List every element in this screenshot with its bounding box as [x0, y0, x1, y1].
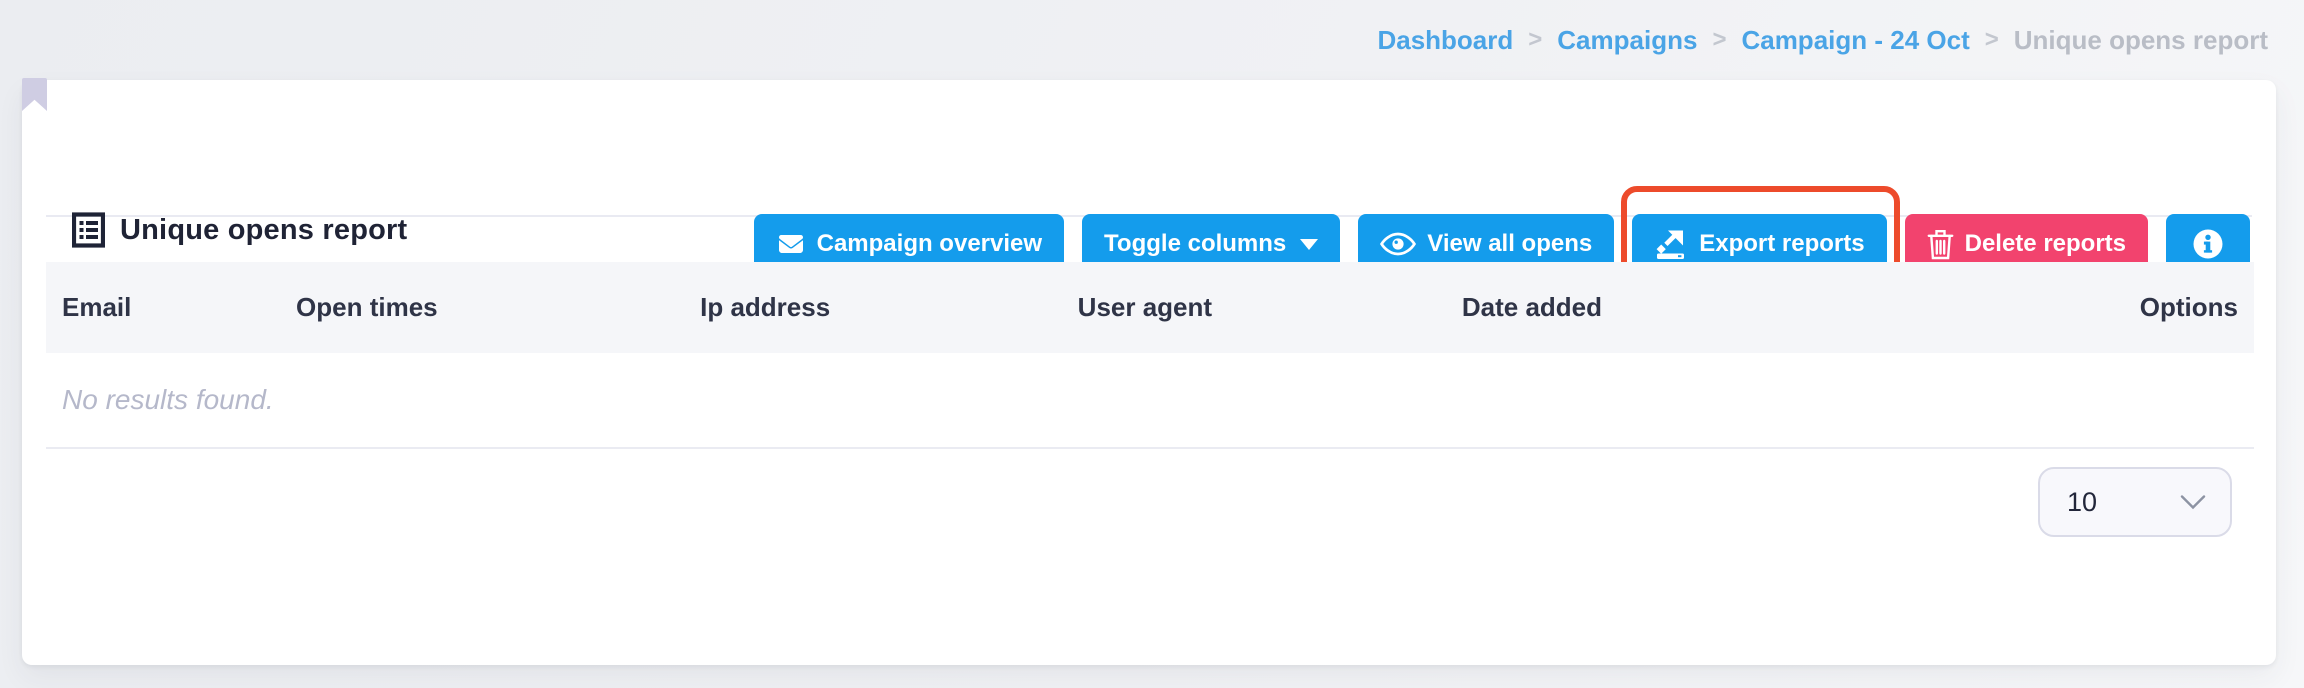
report-card: Unique opens report Campaign overview To… [22, 78, 2276, 665]
column-header-open-times: Open times [280, 262, 685, 353]
page-size-select[interactable]: 10 [2038, 467, 2232, 537]
breadcrumb-campaigns[interactable]: Campaigns [1557, 25, 1697, 56]
title-row: Unique opens report [72, 212, 407, 248]
column-header-ip-address: Ip address [684, 262, 1062, 353]
export-reports-label: Export reports [1699, 230, 1865, 257]
delete-reports-label: Delete reports [1964, 230, 2126, 257]
breadcrumb-campaign-24-oct[interactable]: Campaign - 24 Oct [1741, 25, 1969, 56]
campaign-overview-label: Campaign overview [816, 230, 1043, 257]
column-header-date-added: Date added [1445, 262, 1934, 353]
breadcrumb-separator: > [1712, 26, 1727, 53]
page-title: Unique opens report [120, 213, 408, 246]
breadcrumb-dashboard[interactable]: Dashboard [1377, 25, 1513, 56]
info-circle-icon [2190, 226, 2226, 262]
breadcrumb-separator: > [1984, 26, 1999, 53]
page-size-value: 10 [2067, 486, 2098, 517]
view-all-opens-label: View all opens [1427, 230, 1593, 257]
empty-results-row: No results found. [46, 353, 2254, 449]
export-icon [1654, 227, 1688, 261]
chevron-down-icon [2180, 494, 2206, 510]
trash-icon [1927, 229, 1954, 260]
envelope-icon [776, 232, 806, 256]
list-report-icon [72, 212, 105, 248]
bookmark-ribbon-icon [22, 78, 47, 111]
breadcrumb: Dashboard > Campaigns > Campaign - 24 Oc… [1377, 0, 2268, 80]
column-header-email: Email [46, 262, 281, 353]
report-table-wrap: Email Open times Ip address User agent D… [46, 262, 2254, 449]
empty-results-message: No results found. [46, 353, 2254, 449]
card-header: Unique opens report Campaign overview To… [46, 80, 2252, 291]
report-table: Email Open times Ip address User agent D… [46, 262, 2254, 449]
toggle-columns-label: Toggle columns [1104, 230, 1287, 257]
breadcrumb-separator: > [1528, 26, 1543, 53]
breadcrumb-current-page: Unique opens report [2013, 24, 2268, 55]
column-header-options: Options [1933, 262, 2254, 353]
column-header-user-agent: User agent [1061, 262, 1446, 353]
eye-icon [1380, 231, 1417, 257]
table-header-row: Email Open times Ip address User agent D… [46, 262, 2254, 353]
caret-down-icon [1300, 238, 1319, 250]
